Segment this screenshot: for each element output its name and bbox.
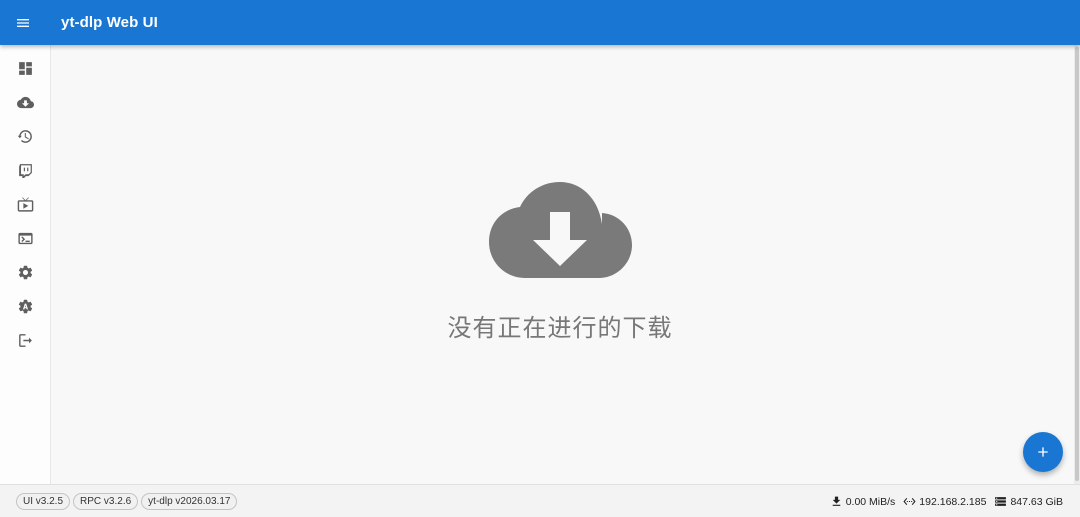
storage-icon <box>995 497 1007 506</box>
ui-version-chip: UI v3.2.5 <box>16 492 71 510</box>
cloud-download-icon <box>17 96 34 108</box>
download-speed-value: 0.00 MiB/s <box>845 495 896 508</box>
sidebar-item-logout[interactable] <box>0 323 51 357</box>
app-bar: yt-dlp Web UI <box>0 0 1080 45</box>
scrollbar-thumb[interactable] <box>1075 47 1079 481</box>
add-icon <box>1038 447 1048 457</box>
sidebar-item-terminal[interactable] <box>0 221 51 255</box>
sidebar-item-dashboard[interactable] <box>0 51 51 85</box>
status-stats: 0.00 MiB/s 192.168.2.185 847.63 GiB <box>826 485 1063 517</box>
app-title: yt-dlp Web UI <box>61 14 158 31</box>
dashboard-icon <box>19 61 32 75</box>
history-icon <box>17 129 32 143</box>
cloud-download-icon <box>489 182 632 278</box>
add-download-button[interactable] <box>1023 432 1063 472</box>
version-chips: UI v3.2.5 RPC v3.2.6 yt-dlp v2026.03.17 <box>16 492 238 510</box>
scrollbar[interactable] <box>1074 45 1080 484</box>
sidebar-item-settings[interactable] <box>0 255 51 289</box>
sidebar-item-history[interactable] <box>0 119 51 153</box>
settings-ethernet-icon <box>903 497 916 506</box>
status-footer: UI v3.2.5 RPC v3.2.6 yt-dlp v2026.03.17 … <box>0 484 1080 517</box>
live-tv-icon <box>17 196 34 212</box>
free-storage: 847.63 GiB <box>994 495 1063 508</box>
sidebar-item-live[interactable] <box>0 187 51 221</box>
rpc-version-chip: RPC v3.2.6 <box>73 492 139 510</box>
sidebar <box>0 45 51 484</box>
download-icon <box>832 496 840 506</box>
server-address-value: 192.168.2.185 <box>919 495 987 508</box>
settings-auto-icon <box>18 299 33 313</box>
sidebar-item-downloads[interactable] <box>0 85 51 119</box>
empty-state-message: 没有正在进行的下载 <box>447 314 673 342</box>
settings-icon <box>18 265 33 279</box>
logout-icon <box>19 333 32 347</box>
server-address: 192.168.2.185 <box>903 495 986 508</box>
sidebar-item-twitch[interactable] <box>0 153 51 187</box>
sidebar-item-auto-settings[interactable] <box>0 289 51 323</box>
free-storage-value: 847.63 GiB <box>1010 495 1063 508</box>
download-speed: 0.00 MiB/s <box>830 495 896 508</box>
menu-button[interactable] <box>0 0 45 45</box>
twitch-icon <box>19 163 32 178</box>
ytdlp-version-chip: yt-dlp v2026.03.17 <box>141 492 238 510</box>
menu-icon <box>16 18 29 27</box>
terminal-icon <box>18 232 33 244</box>
